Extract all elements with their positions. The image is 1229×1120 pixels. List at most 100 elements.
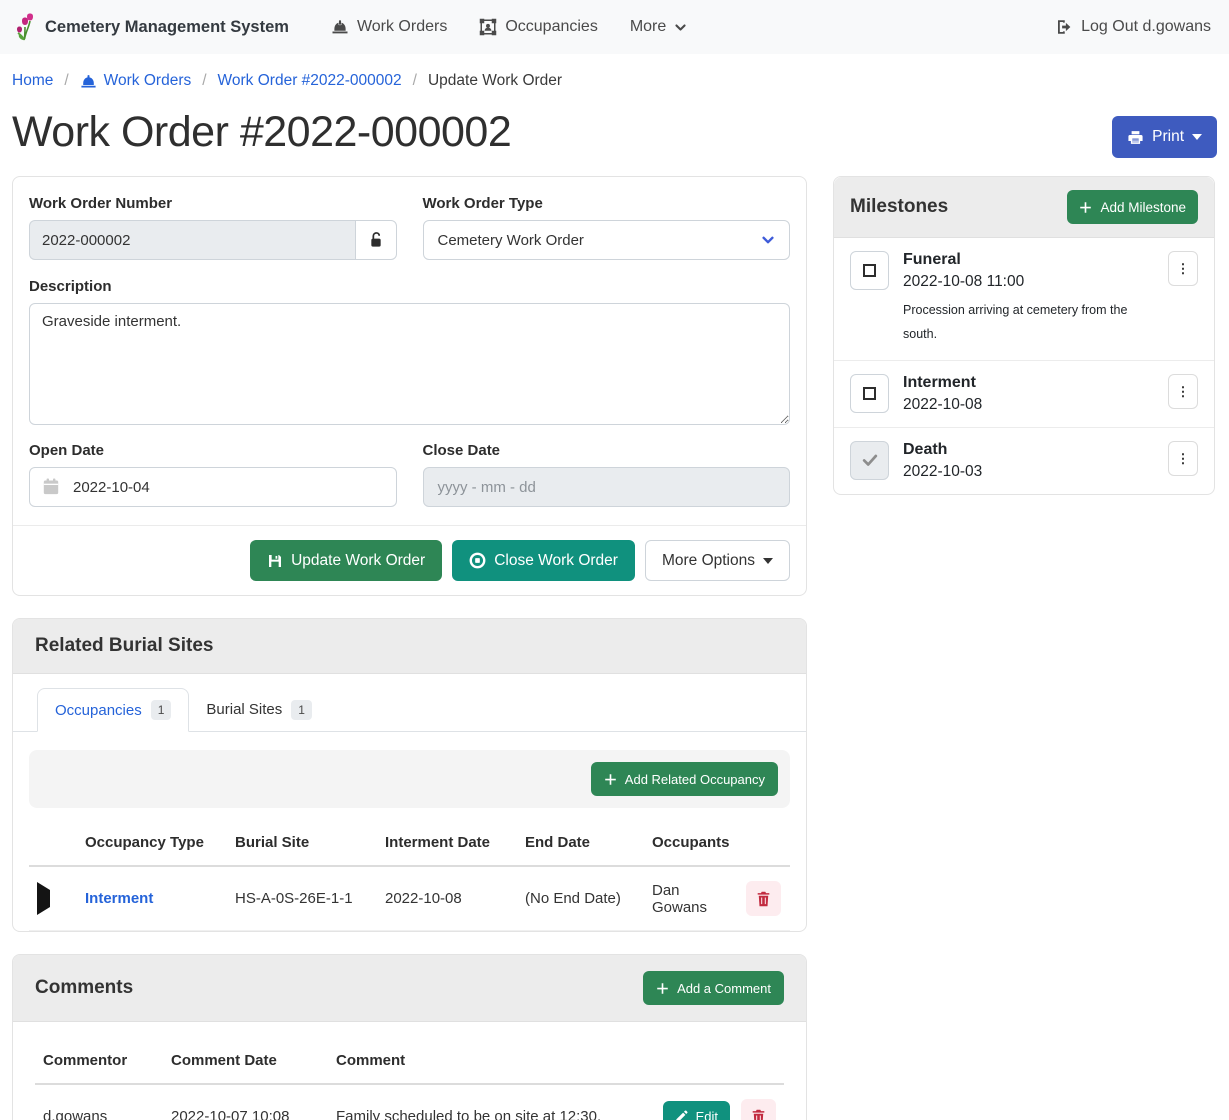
update-label: Update Work Order — [291, 552, 425, 570]
expand-row-icon[interactable] — [37, 882, 50, 915]
open-date-label: Open Date — [29, 442, 397, 459]
update-work-order-button[interactable]: Update Work Order — [250, 540, 442, 581]
breadcrumb-home[interactable]: Home — [12, 72, 53, 90]
breadcrumb-separator: / — [64, 72, 68, 90]
print-button[interactable]: Print — [1112, 116, 1217, 158]
kebab-icon: ⋮ — [1177, 452, 1190, 465]
actions-column-header — [738, 820, 790, 866]
breadcrumb-label: Work Orders — [104, 72, 192, 90]
comments-table: Commentor Comment Date Comment d.gowans … — [35, 1038, 784, 1120]
unlock-button[interactable] — [355, 220, 397, 260]
close-date-input[interactable]: yyyy - mm - dd — [423, 467, 791, 507]
work-order-type-value: Cemetery Work Order — [438, 232, 584, 249]
open-date-input[interactable] — [29, 467, 397, 507]
page-title: Work Order #2022-000002 — [12, 108, 511, 157]
occupancy-frame-icon — [479, 18, 497, 36]
occupancies-toolbar: Add Related Occupancy — [29, 750, 790, 808]
table-row: d.gowans 2022-10-07 10:08 Family schedul… — [35, 1084, 784, 1120]
add-comment-button[interactable]: Add a Comment — [643, 971, 784, 1005]
kebab-icon: ⋮ — [1177, 385, 1190, 398]
add-related-occupancy-button[interactable]: Add Related Occupancy — [591, 762, 778, 796]
comments-card: Comments Add a Comment Commentor — [12, 954, 807, 1120]
printer-icon — [1127, 129, 1144, 146]
calendar-icon — [43, 478, 59, 495]
chevron-down-icon — [761, 233, 775, 247]
milestone-menu-button[interactable]: ⋮ — [1168, 441, 1198, 476]
checkbox-square-icon — [863, 387, 876, 400]
close-work-order-button[interactable]: Close Work Order — [452, 540, 635, 581]
work-order-form-card: Work Order Number — [12, 176, 807, 596]
logout-button[interactable]: Log Out d.gowans — [1051, 10, 1215, 44]
column-header: Comment Date — [163, 1038, 328, 1084]
trash-icon — [751, 1109, 766, 1120]
tab-occupancies[interactable]: Occupancies 1 — [37, 688, 189, 732]
tab-label: Burial Sites — [206, 701, 282, 718]
top-navbar: Cemetery Management System Work Orders — [0, 0, 1229, 54]
hard-hat-icon — [331, 18, 349, 36]
occupancy-type-link[interactable]: Interment — [85, 890, 153, 907]
close-label: Close Work Order — [494, 552, 618, 570]
more-options-label: More Options — [662, 552, 755, 570]
milestone-date: 2022-10-03 — [903, 463, 1154, 481]
breadcrumb-separator: / — [202, 72, 206, 90]
add-comment-label: Add a Comment — [677, 981, 771, 996]
delete-occupancy-button[interactable] — [746, 881, 781, 916]
milestone-name: Interment — [903, 374, 1154, 392]
plus-icon — [1079, 201, 1092, 214]
work-order-number-input[interactable] — [29, 220, 355, 260]
delete-comment-button[interactable] — [741, 1099, 776, 1120]
logout-label: Log Out d.gowans — [1081, 18, 1211, 36]
burial-site-cell: HS-A-0S-26E-1-1 — [227, 866, 377, 931]
nav-label: Occupancies — [505, 18, 598, 36]
breadcrumb-work-orders[interactable]: Work Orders — [80, 72, 192, 90]
print-label: Print — [1152, 128, 1184, 146]
nav-label: More — [630, 18, 666, 36]
nav-item-work-orders[interactable]: Work Orders — [319, 10, 459, 44]
breadcrumb-separator: / — [413, 72, 417, 90]
milestone-menu-button[interactable]: ⋮ — [1168, 374, 1198, 409]
milestone-menu-button[interactable]: ⋮ — [1168, 251, 1198, 286]
occupants-cell: Dan Gowans — [644, 866, 738, 931]
caret-down-icon — [1192, 134, 1202, 140]
edit-label: Edit — [696, 1109, 718, 1120]
related-tabs: Occupancies 1 Burial Sites 1 — [13, 674, 806, 732]
milestone-item-interment: Interment 2022-10-08 ⋮ — [834, 360, 1214, 427]
related-burial-sites-title: Related Burial Sites — [35, 635, 213, 657]
milestone-item-death: Death 2022-10-03 ⋮ — [834, 427, 1214, 494]
milestone-checkbox[interactable] — [850, 251, 889, 290]
caret-down-icon — [763, 558, 773, 564]
comment-cell: Family scheduled to be on site at 12:30. — [328, 1084, 632, 1120]
work-order-type-select[interactable]: Cemetery Work Order — [423, 220, 791, 260]
add-milestone-button[interactable]: Add Milestone — [1067, 190, 1198, 224]
nav-item-occupancies[interactable]: Occupancies — [467, 10, 610, 44]
column-header: Occupancy Type — [77, 820, 227, 866]
more-options-button[interactable]: More Options — [645, 540, 790, 581]
interment-date-cell: 2022-10-08 — [377, 866, 517, 931]
check-icon — [861, 451, 879, 469]
stop-circle-icon — [469, 552, 486, 569]
tab-count-badge: 1 — [151, 700, 172, 720]
edit-comment-button[interactable]: Edit — [663, 1101, 730, 1120]
expand-column-header — [29, 820, 77, 866]
app-brand[interactable]: Cemetery Management System — [14, 13, 289, 41]
table-row: Interment HS-A-0S-26E-1-1 2022-10-08 (No… — [29, 866, 790, 931]
milestone-checkbox[interactable] — [850, 374, 889, 413]
nav-label: Work Orders — [357, 18, 447, 36]
breadcrumb-work-order-number[interactable]: Work Order #2022-000002 — [218, 72, 402, 90]
milestone-date: 2022-10-08 11:00 — [903, 273, 1154, 291]
end-date-cell: (No End Date) — [517, 866, 644, 931]
column-header: Commentor — [35, 1038, 163, 1084]
milestone-name: Funeral — [903, 251, 1154, 269]
kebab-icon: ⋮ — [1177, 262, 1190, 275]
column-header: Comment — [328, 1038, 632, 1084]
nav-item-more[interactable]: More — [618, 10, 699, 44]
breadcrumb-current: Update Work Order — [428, 72, 562, 90]
plus-icon — [656, 982, 669, 995]
tab-burial-sites[interactable]: Burial Sites 1 — [189, 688, 329, 731]
comment-date-cell: 2022-10-07 10:08 — [163, 1084, 328, 1120]
related-burial-sites-card: Related Burial Sites Occupancies 1 Buria… — [12, 618, 807, 932]
description-textarea[interactable]: Graveside interment. — [29, 303, 790, 425]
milestone-checkbox-checked[interactable] — [850, 441, 889, 480]
description-label: Description — [29, 278, 790, 295]
lock-open-icon — [368, 231, 384, 249]
